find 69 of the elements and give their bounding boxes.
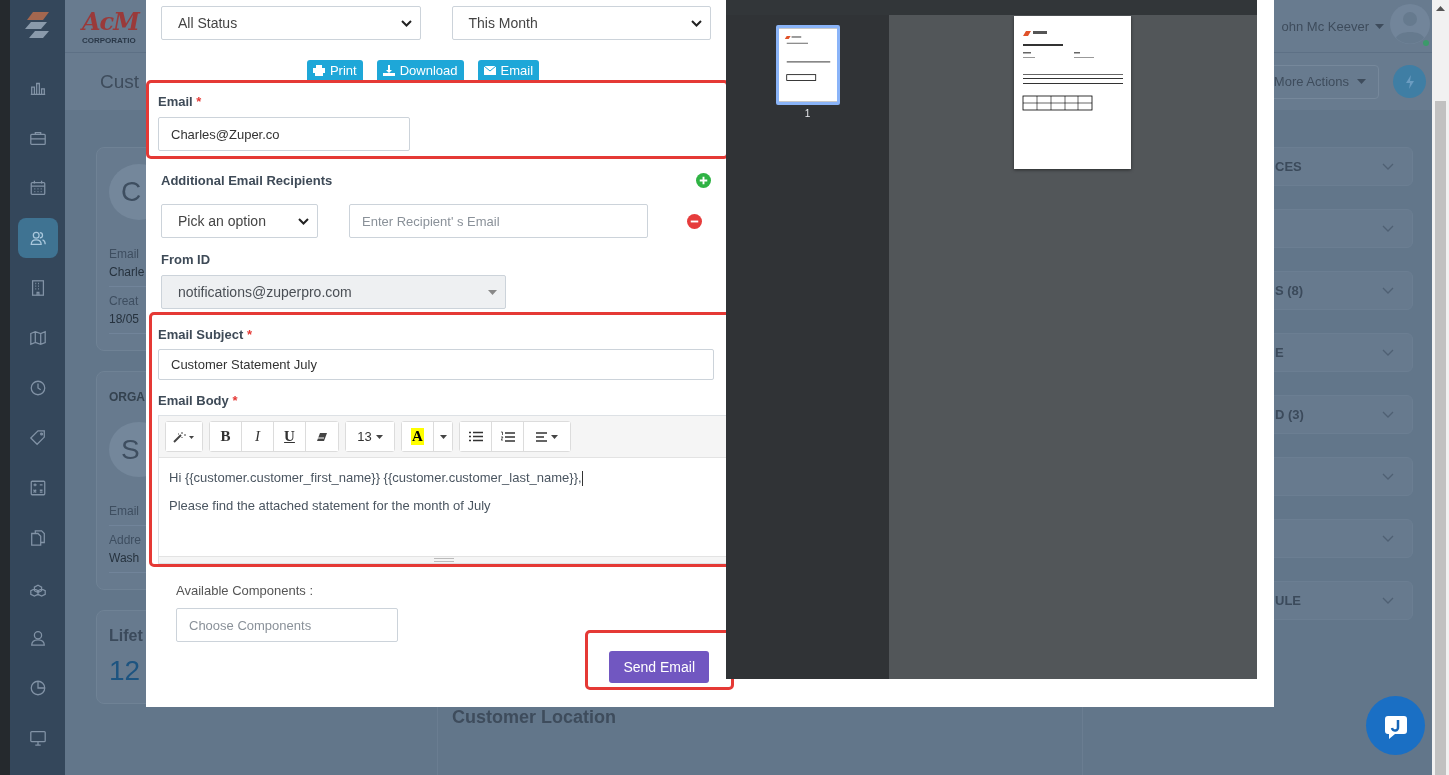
eraser-icon [316,431,328,442]
chevron-icon [1382,473,1394,480]
documents-icon [28,529,47,547]
remove-icon[interactable] [687,213,702,229]
monitor-icon [28,729,47,747]
caret-icon [1357,79,1366,84]
filter-select[interactable]: All Status [161,6,421,40]
chevron-icon [1382,597,1394,604]
email-field[interactable]: Charles@Zuper.co [158,117,410,151]
font-size-button[interactable]: 13 [346,422,394,452]
chevron-icon [1382,349,1394,356]
subject-label: Email Subject * [158,327,253,342]
calendar-icon [28,179,47,197]
caret-icon [1375,23,1384,29]
chevron-icon [400,19,412,27]
scroll-thumb[interactable] [1435,101,1446,775]
components-label: Available Components : [176,583,315,598]
field-value: 18/05 [109,312,140,326]
map-icon [28,329,47,347]
lightning-icon [1404,74,1415,89]
caret-icon [375,434,383,439]
caret-icon [488,289,497,295]
envelope-icon [483,65,496,75]
numbered-list-icon [500,430,515,443]
nav-item[interactable] [17,218,58,258]
tag-icon [28,429,47,447]
filter-select[interactable]: This Month [451,6,711,40]
email-label: Email * [158,94,203,109]
clock-icon [28,379,47,397]
scroll-up-icon[interactable] [1436,6,1445,11]
chevron-icon [1382,163,1394,170]
subject-field[interactable]: Customer Statement July [158,349,714,381]
download-icon [382,64,395,76]
contacts-icon [28,229,47,247]
body-label: Email Body * [158,393,239,409]
body-paragraph[interactable]: Hi {{customer.customer_first_name}} {{customer.customer_last_name}}, [169,470,718,487]
bullet-list-button[interactable] [460,422,492,452]
card-heading: ORGA [109,390,145,404]
lifetime-value: 12 [109,655,141,687]
printer-icon [312,64,325,76]
caret-icon [439,434,447,439]
align-left-icon [536,431,558,442]
body-paragraph[interactable]: Please find the attached statement for the month of July [169,498,718,514]
chevron-icon [1382,411,1394,418]
recipient-type-select[interactable]: Pick an option [161,204,318,238]
history-icon [28,679,47,697]
chevron-icon [298,217,309,225]
bold-button[interactable]: B [210,422,242,452]
from-id-label: From ID [161,252,212,267]
company-logo: AcM CORPORATIO [82,7,139,45]
chevron-icon [1382,225,1394,232]
style-menu-button[interactable] [166,422,202,452]
field-value: Wash [109,551,140,565]
user-icon [28,629,47,647]
briefcase-icon [28,129,47,147]
calculator-icon [28,479,47,497]
magic-wand-icon [173,430,195,443]
send-email-button[interactable]: Send Email [609,651,709,683]
resize-handle[interactable] [433,558,454,562]
chevron-icon [1382,287,1394,294]
text-color-button[interactable]: A [402,422,434,452]
components-field[interactable]: Choose Components [176,608,398,642]
recipient-email-field[interactable]: Enter Recipient' s Email [349,204,648,238]
bullet-list-icon [468,431,483,443]
add-icon[interactable] [696,173,711,188]
chevron-icon [1382,535,1394,542]
chevron-icon [691,19,702,27]
field-value: Charle [109,265,145,279]
page-number: 1 [804,108,811,119]
